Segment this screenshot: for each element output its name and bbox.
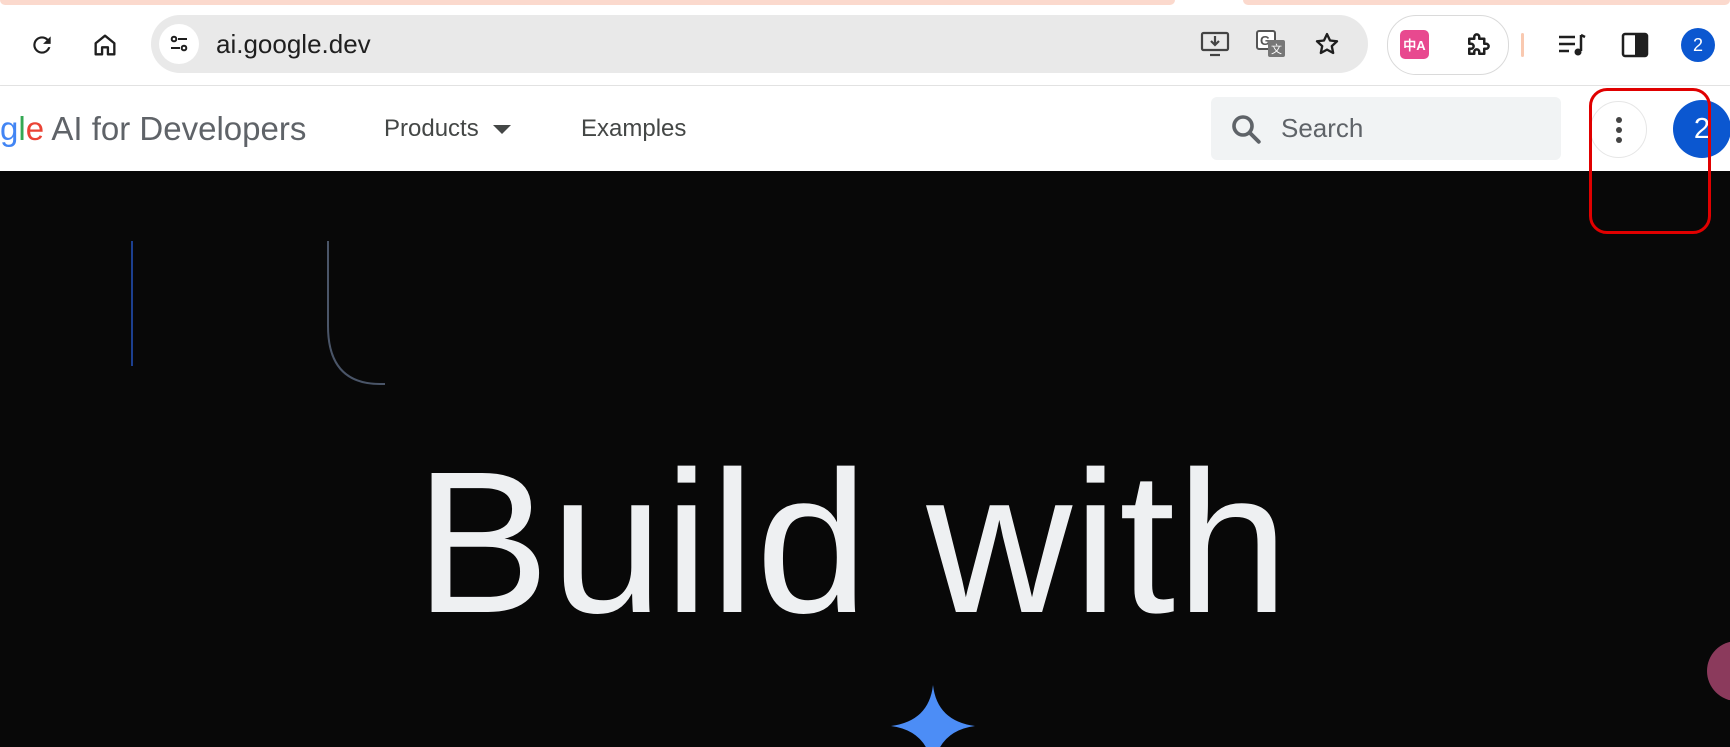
home-icon[interactable] [85, 25, 125, 65]
site-header: gle AI for Developers Products Examples … [0, 86, 1730, 171]
active-tab-edge [0, 0, 1175, 5]
svg-text:文: 文 [1271, 42, 1282, 56]
hero-section: Build with [0, 171, 1730, 747]
nav-products-label: Products [384, 115, 479, 142]
side-panel-icon[interactable] [1615, 25, 1655, 65]
address-bar[interactable]: ai.google.dev G 文 [151, 15, 1368, 73]
gemini-sparkle-icon [891, 685, 975, 747]
account-avatar[interactable]: 2 [1673, 100, 1730, 158]
brand-name: AI for Developers [44, 110, 307, 147]
install-app-icon[interactable] [1195, 24, 1235, 64]
more-options-button[interactable] [1590, 101, 1647, 158]
search-placeholder: Search [1281, 113, 1364, 143]
nav-examples-label: Examples [581, 115, 687, 142]
reload-icon[interactable] [22, 25, 62, 65]
browser-toolbar: ai.google.dev G 文 中A 2 [0, 6, 1730, 86]
url-text[interactable]: ai.google.dev [216, 15, 371, 73]
media-queue-icon[interactable] [1552, 25, 1592, 65]
google-translate-icon[interactable]: G 文 [1251, 24, 1291, 64]
browser-profile-avatar[interactable]: 2 [1681, 28, 1715, 62]
toolbar-divider [1521, 33, 1524, 57]
more-vert-icon [1615, 116, 1622, 143]
adjacent-tab-edge [1243, 0, 1730, 5]
chevron-down-icon [492, 125, 511, 135]
search-input[interactable]: Search [1211, 97, 1561, 160]
decor-curve [327, 241, 385, 385]
tune-icon[interactable] [159, 24, 199, 64]
brand-letter-l: l [18, 110, 26, 147]
puzzle-icon[interactable] [1458, 25, 1498, 65]
hero-headline: Build with [415, 429, 1290, 655]
brand-letter-e: e [25, 110, 45, 147]
extensions-group: 中A [1387, 15, 1509, 75]
search-icon [1232, 115, 1261, 144]
nav-examples[interactable]: Examples [581, 86, 686, 171]
site-logo[interactable]: gle AI for Developers [0, 86, 306, 171]
nav-products[interactable]: Products [384, 86, 511, 171]
brand-letter-g: g [0, 110, 19, 147]
translator-extension-icon[interactable]: 中A [1400, 30, 1429, 59]
star-icon[interactable] [1307, 24, 1347, 64]
